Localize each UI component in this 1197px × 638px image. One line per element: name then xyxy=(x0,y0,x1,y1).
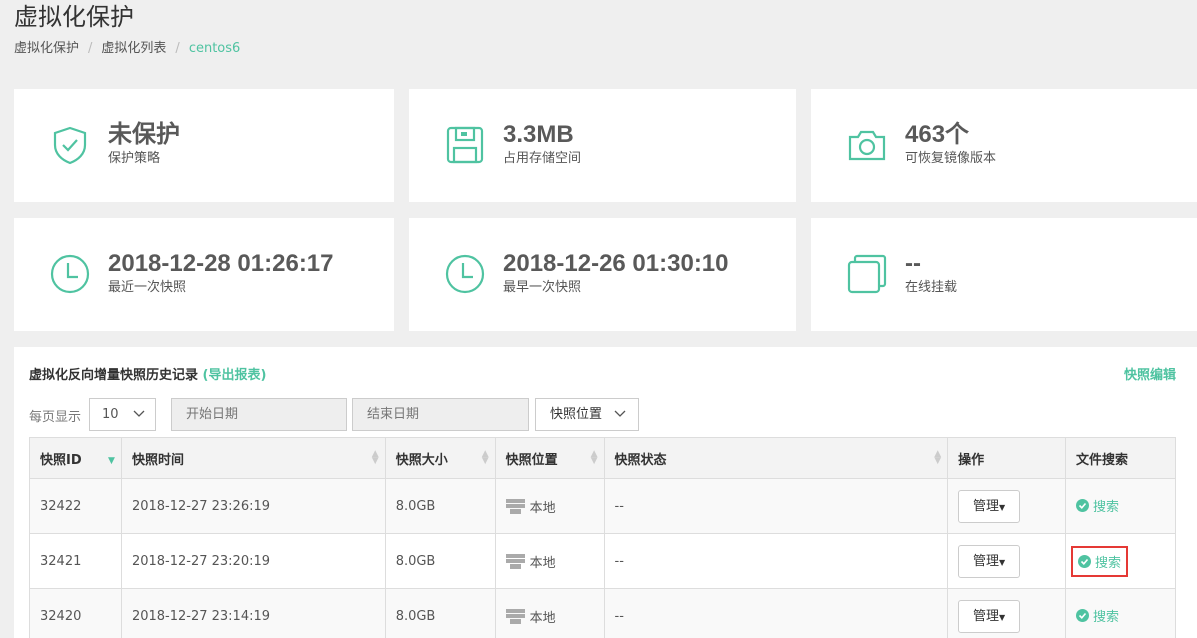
sort-icon: ▲ ▼ xyxy=(934,449,942,466)
card-label: 最早一次快照 xyxy=(503,280,582,295)
cell-search: 搜索 xyxy=(1065,588,1176,638)
manage-button[interactable]: 管理▼ xyxy=(958,489,1021,523)
breadcrumb-item-virt-list[interactable]: 虚拟化列表 xyxy=(101,40,166,58)
file-search-link[interactable]: 搜索 xyxy=(1076,606,1119,625)
cell-id: 32422 xyxy=(29,478,122,534)
card-value: 2018-12-28 01:26:17 xyxy=(108,250,334,277)
floppy-disk-icon xyxy=(446,126,484,164)
shield-check-icon xyxy=(53,126,87,165)
caret-down-icon: ▼ xyxy=(999,612,1006,622)
cell-status: -- xyxy=(603,533,949,589)
file-search-link[interactable]: 搜索 xyxy=(1076,496,1119,515)
perpage-select[interactable]: 10 xyxy=(89,398,156,431)
card-earliest-snapshot: 2018-12-26 01:30:10 最早一次快照 xyxy=(409,218,796,331)
cell-size: 8.0GB xyxy=(384,588,496,638)
snapshot-table: 快照ID ▼ 快照时间 ▲ ▼ 快照大小 ▲ ▼ 快照位置 ▲ ▼ 快照状态 ▲ ▼ 操作 文件搜… xyxy=(29,437,1176,638)
server-icon xyxy=(505,608,525,624)
col-header-snapshot-size[interactable]: 快照大小 ▲ ▼ xyxy=(384,437,496,479)
server-icon xyxy=(505,498,525,514)
check-circle-icon xyxy=(1078,554,1092,568)
cell-action: 管理▼ xyxy=(947,588,1067,638)
caret-down-icon: ▼ xyxy=(999,557,1006,567)
snapshot-history-panel: 虚拟化反向增量快照历史记录 (导出报表) 快照编辑 每页显示 10 开始日期 结… xyxy=(14,347,1197,638)
location-filter-label: 快照位置 xyxy=(550,407,603,422)
perpage-label: 每页显示 xyxy=(29,410,82,425)
snapshot-location-filter[interactable]: 快照位置 xyxy=(535,398,639,431)
cell-location: 本地 xyxy=(494,533,605,589)
cell-location: 本地 xyxy=(494,478,605,534)
card-value: 未保护 xyxy=(108,121,180,148)
manage-button[interactable]: 管理▼ xyxy=(958,544,1021,578)
sort-icon: ▲ ▼ xyxy=(371,449,379,466)
breadcrumb-separator: / xyxy=(88,41,93,56)
start-date-input[interactable]: 开始日期 xyxy=(171,398,347,431)
server-icon xyxy=(505,553,525,569)
card-online-mount: -- 在线挂载 xyxy=(811,218,1197,331)
cell-size: 8.0GB xyxy=(384,533,496,589)
check-circle-icon xyxy=(1076,609,1090,622)
copy-icon xyxy=(847,254,887,294)
cell-action: 管理▼ xyxy=(947,478,1067,534)
col-header-snapshot-location[interactable]: 快照位置 ▲ ▼ xyxy=(494,437,605,479)
sort-desc-icon: ▼ xyxy=(108,456,115,466)
col-header-snapshot-id[interactable]: 快照ID ▼ xyxy=(29,437,122,479)
cell-status: -- xyxy=(603,588,949,638)
col-header-file-search: 文件搜索 xyxy=(1065,437,1176,479)
panel-title-text: 虚拟化反向增量快照历史记录 xyxy=(29,368,199,383)
breadcrumb-item-current: centos6 xyxy=(188,41,241,56)
cell-id: 32420 xyxy=(29,588,122,638)
card-latest-snapshot: 2018-12-28 01:26:17 最近一次快照 xyxy=(14,218,394,331)
card-value: 3.3MB xyxy=(503,121,574,148)
panel-title: 虚拟化反向增量快照历史记录 (导出报表) xyxy=(29,364,266,383)
cell-time: 2018-12-27 23:14:19 xyxy=(120,588,386,638)
table-row: 32422 2018-12-27 23:26:19 8.0GB 本地 -- 管理… xyxy=(29,478,1176,534)
card-storage-used: 3.3MB 占用存储空间 xyxy=(409,89,796,202)
check-circle-icon xyxy=(1076,499,1090,512)
end-date-input[interactable]: 结束日期 xyxy=(352,398,529,431)
manage-button[interactable]: 管理▼ xyxy=(958,599,1021,633)
card-value: -- xyxy=(905,250,921,277)
card-value: 463个 xyxy=(905,121,970,148)
card-value: 2018-12-26 01:30:10 xyxy=(503,250,729,277)
cell-action: 管理▼ xyxy=(947,533,1067,589)
card-label: 可恢复镜像版本 xyxy=(905,151,997,166)
perpage-value: 10 xyxy=(102,407,119,422)
chevron-down-icon xyxy=(614,410,626,417)
export-report-link[interactable]: (导出报表) xyxy=(203,368,267,383)
file-search-link[interactable]: 搜索 xyxy=(1071,545,1129,577)
col-header-actions: 操作 xyxy=(947,437,1067,479)
clock-icon xyxy=(50,254,90,294)
cell-time: 2018-12-27 23:26:19 xyxy=(120,478,386,534)
card-label: 最近一次快照 xyxy=(108,280,187,295)
breadcrumb-separator: / xyxy=(175,41,180,56)
card-label: 在线挂载 xyxy=(905,280,958,295)
camera-icon xyxy=(848,130,886,161)
card-recoverable-versions: 463个 可恢复镜像版本 xyxy=(811,89,1197,202)
snapshot-edit-link[interactable]: 快照编辑 xyxy=(1124,364,1176,383)
cell-status: -- xyxy=(603,478,949,534)
clock-icon xyxy=(445,254,485,294)
page-title: 虚拟化保护 xyxy=(14,3,134,31)
sort-icon: ▲ ▼ xyxy=(590,449,598,466)
col-header-snapshot-status[interactable]: 快照状态 ▲ ▼ xyxy=(603,437,949,479)
card-label: 保护策略 xyxy=(108,151,161,166)
cell-search: 搜索 xyxy=(1065,533,1176,589)
chevron-down-icon xyxy=(133,410,145,417)
cell-time: 2018-12-27 23:20:19 xyxy=(120,533,386,589)
col-header-snapshot-time[interactable]: 快照时间 ▲ ▼ xyxy=(120,437,386,479)
table-header-row: 快照ID ▼ 快照时间 ▲ ▼ 快照大小 ▲ ▼ 快照位置 ▲ ▼ 快照状态 ▲ ▼ 操作 文件搜… xyxy=(29,437,1176,479)
card-label: 占用存储空间 xyxy=(503,151,582,166)
cell-id: 32421 xyxy=(29,533,122,589)
sort-icon: ▲ ▼ xyxy=(481,449,489,466)
caret-down-icon: ▼ xyxy=(999,502,1006,512)
breadcrumb: 虚拟化保护 / 虚拟化列表 / centos6 xyxy=(14,40,240,58)
cell-search: 搜索 xyxy=(1065,478,1176,534)
card-protection-policy: 未保护 保护策略 xyxy=(14,89,394,202)
table-row: 32421 2018-12-27 23:20:19 8.0GB 本地 -- 管理… xyxy=(29,533,1176,589)
breadcrumb-item-virt-protect[interactable]: 虚拟化保护 xyxy=(14,40,79,58)
table-row: 32420 2018-12-27 23:14:19 8.0GB 本地 -- 管理… xyxy=(29,588,1176,638)
cell-size: 8.0GB xyxy=(384,478,496,534)
cell-location: 本地 xyxy=(494,588,605,638)
